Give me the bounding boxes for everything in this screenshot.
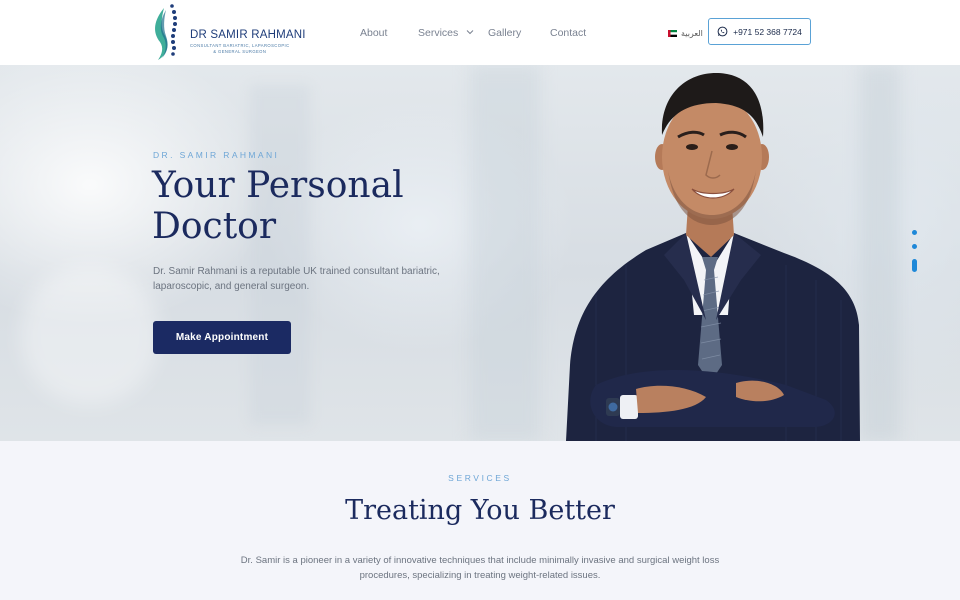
- hero-description: Dr. Samir Rahmani is a reputable UK trai…: [153, 266, 440, 292]
- logo-name: DR SAMIR RAHMANI: [190, 29, 306, 41]
- make-appointment-button[interactable]: Make Appointment: [153, 321, 291, 354]
- hero-title-line1: Your Personal: [152, 165, 404, 206]
- services-title: Treating You Better: [345, 495, 615, 526]
- whatsapp-icon: [717, 26, 728, 37]
- logo-tagline: CONSULTANT BARIATRIC, LAPAROSCOPIC & GEN…: [190, 43, 290, 54]
- doctor-portrait-image: [566, 73, 860, 441]
- services-description: Dr. Samir is a pioneer in a variety of i…: [240, 555, 720, 581]
- hero-title: Your Personal Doctor: [152, 165, 472, 247]
- services-section: SERVICES Treating You Better Dr. Samir i…: [0, 441, 960, 600]
- hero-section: DR. SAMIR RAHMANI Your Personal Doctor D…: [0, 65, 960, 441]
- logo-tagline-line1: CONSULTANT BARIATRIC, LAPAROSCOPIC: [190, 43, 290, 48]
- nav-about[interactable]: About: [360, 27, 387, 39]
- logo[interactable]: DR SAMIR RAHMANI CONSULTANT BARIATRIC, L…: [150, 2, 305, 62]
- chevron-down-icon[interactable]: [466, 29, 474, 35]
- language-label: العربية: [681, 28, 703, 38]
- make-appointment-label: Make Appointment: [175, 332, 269, 343]
- site-header: DR SAMIR RAHMANI CONSULTANT BARIATRIC, L…: [0, 0, 960, 65]
- language-switch[interactable]: العربية: [668, 27, 703, 39]
- logo-tagline-line2: & GENERAL SURGEON: [213, 48, 267, 54]
- slider-dot[interactable]: [912, 230, 917, 235]
- nav-gallery[interactable]: Gallery: [488, 27, 521, 39]
- phone-button[interactable]: +971 52 368 7724: [708, 18, 811, 45]
- slider-dot[interactable]: [912, 244, 917, 249]
- hero-background-blur: [860, 65, 900, 441]
- nav-services[interactable]: Services: [418, 27, 458, 39]
- nav-contact[interactable]: Contact: [550, 27, 586, 39]
- slider-dot-active[interactable]: [912, 259, 917, 272]
- uae-flag-icon: [668, 29, 677, 37]
- hero-background-blur: [250, 85, 310, 425]
- slider-pagination: [910, 229, 918, 279]
- hero-title-line2: Doctor: [152, 206, 277, 247]
- spine-logo-icon: [155, 4, 177, 60]
- phone-number: +971 52 368 7724: [733, 26, 802, 37]
- hero-background-blur: [20, 265, 160, 405]
- hero-background-blur: [470, 65, 540, 441]
- hero-eyebrow: DR. SAMIR RAHMANI: [153, 150, 280, 160]
- services-eyebrow: SERVICES: [448, 473, 512, 483]
